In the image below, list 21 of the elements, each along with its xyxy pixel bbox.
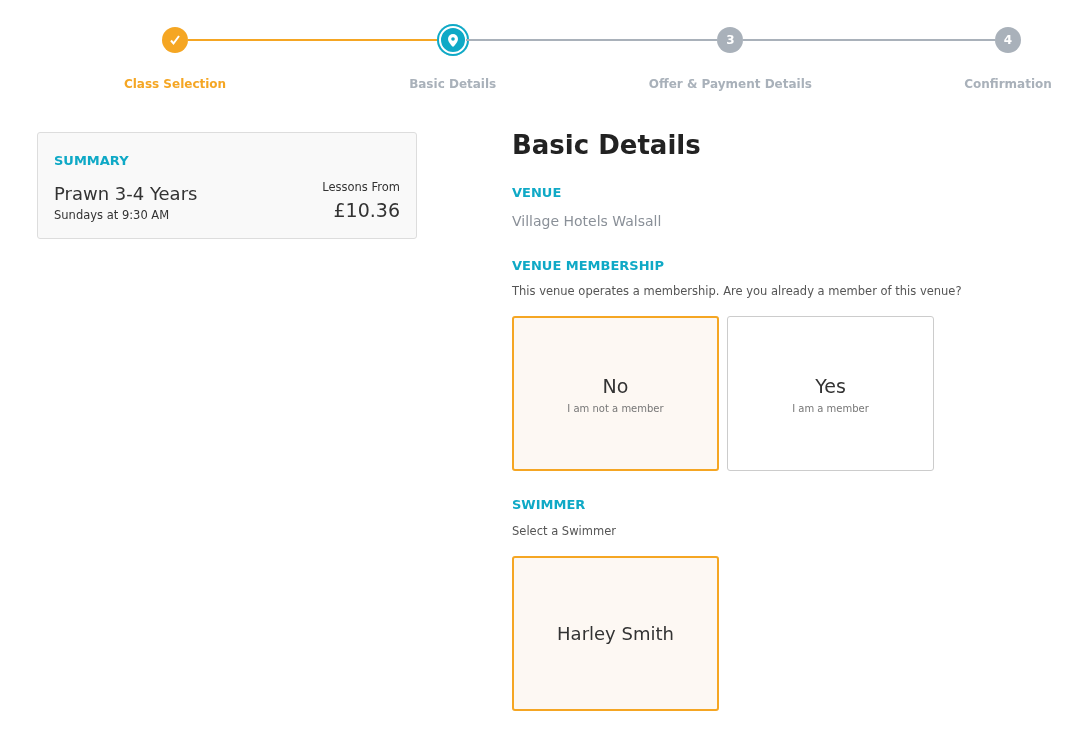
step-label: Confirmation	[964, 76, 1052, 93]
class-name: Prawn 3-4 Years	[54, 182, 198, 206]
swimmer-prompt: Select a Swimmer	[512, 522, 617, 540]
step-label: Class Selection	[123, 76, 227, 93]
step-label: Offer & Payment Details	[648, 76, 812, 93]
membership-option[interactable]: No I am not a member	[512, 316, 719, 472]
venue-heading: VENUE	[512, 184, 563, 203]
summary-heading: SUMMARY	[54, 152, 130, 170]
class-schedule: Sundays at 9:30 AM	[54, 207, 171, 224]
page-title: Basic Details	[512, 130, 702, 162]
step-label: Basic Details	[409, 76, 497, 93]
venue-name: Village Hotels Walsall	[512, 211, 663, 231]
membership-heading: VENUE MEMBERSHIP	[512, 256, 665, 275]
price-label: Lessons From	[322, 178, 400, 196]
membership-question: This venue operates a membership. Are you already a member of this venue?	[512, 283, 963, 301]
swimmer-heading: SWIMMER	[512, 496, 587, 515]
membership-option[interactable]: Yes I am a member	[727, 316, 934, 472]
step-marker: 4	[995, 27, 1021, 53]
step-marker: 3	[717, 27, 744, 53]
price: £10.36	[332, 197, 400, 223]
swimmer-option[interactable]: Harley Smith	[512, 556, 719, 712]
